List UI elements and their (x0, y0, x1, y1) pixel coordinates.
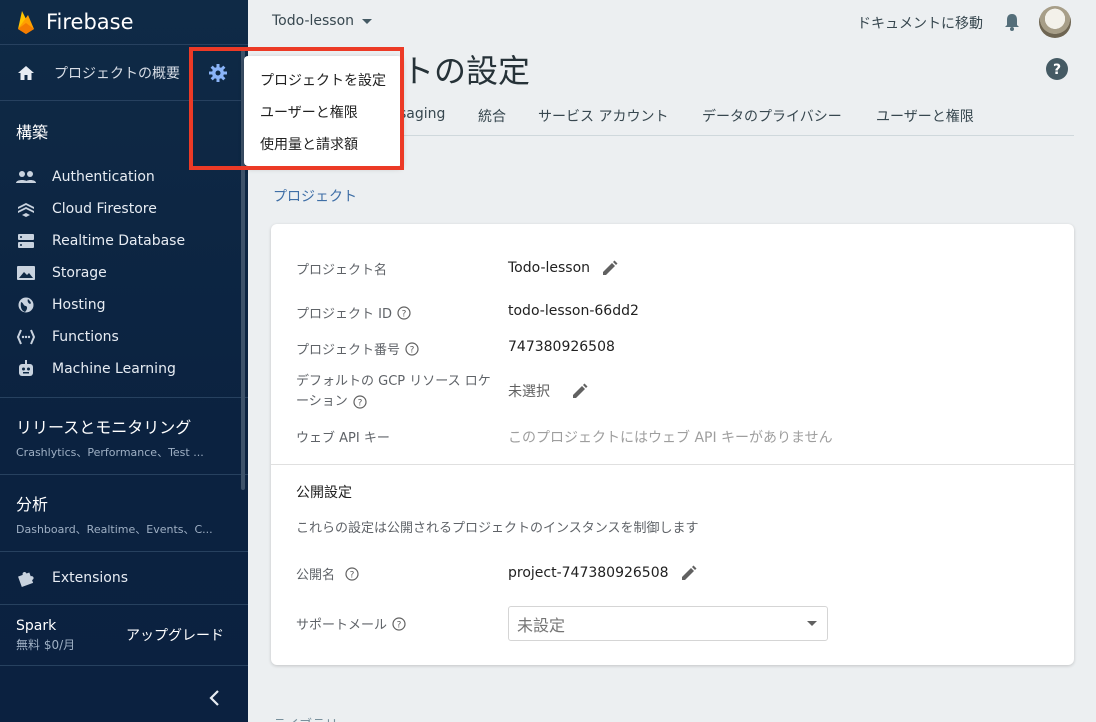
project-name-value: Todo-lesson (508, 258, 620, 278)
help-circle-icon[interactable]: ? (392, 616, 406, 631)
sidebar-group-subtitle: Dashboard、Realtime、Events、C... (16, 523, 213, 536)
sidebar-group-title: 分析 (16, 495, 49, 514)
people-icon (16, 167, 36, 187)
sidebar-item-functions[interactable]: Functions (16, 321, 248, 353)
sidebar-group-analytics[interactable]: 分析 Dashboard、Realtime、Events、C... (0, 475, 248, 551)
svg-text:?: ? (410, 345, 415, 355)
public-settings-description: これらの設定は公開されるプロジェクトのインスタンスを制御します (296, 521, 699, 536)
svg-text:?: ? (350, 570, 355, 580)
public-name-label: 公開名 ? (296, 564, 359, 583)
sidebar-item-label: Extensions (52, 570, 129, 586)
sidebar-item-label: Hosting (52, 297, 106, 313)
app-name: Firebase (46, 10, 134, 34)
globe-icon (16, 295, 36, 315)
top-bar: Todo-lesson ドキュメントに移動 (248, 0, 1096, 45)
sidebar-item-extensions[interactable]: Extensions (0, 552, 248, 604)
docs-link[interactable]: ドキュメントに移動 (857, 13, 983, 33)
plan-panel: Spark 無料 $0/月 アップグレード (0, 605, 248, 665)
sidebar-item-hosting[interactable]: Hosting (16, 289, 248, 321)
edit-icon[interactable] (570, 381, 590, 401)
highlight-box (189, 47, 404, 170)
sidebar-item-cloud-firestore[interactable]: Cloud Firestore (16, 193, 248, 225)
edit-icon[interactable] (600, 258, 620, 278)
sidebar-item-label: Machine Learning (52, 361, 176, 377)
tab-integrations[interactable]: 統合 (478, 106, 506, 126)
sidebar-group-title: リリースとモニタリング (16, 418, 192, 437)
help-circle-icon[interactable]: ? (345, 566, 359, 581)
puzzle-icon (18, 572, 34, 587)
web-api-key-label: ウェブ API キー (296, 431, 390, 446)
sidebar-item-label: Authentication (52, 169, 155, 185)
gcp-location-value: 未選択 (508, 381, 590, 401)
project-name-label: プロジェクト名 (296, 263, 388, 278)
firestore-icon (16, 199, 36, 219)
tab-data-privacy[interactable]: データのプライバシー (702, 106, 842, 126)
project-id-label: プロジェクト ID ? (296, 303, 411, 322)
sidebar-item-machine-learning[interactable]: Machine Learning (16, 353, 248, 385)
section-label-library: ライブラリ (273, 714, 338, 722)
sidebar-item-label: プロジェクトの概要 (54, 65, 180, 82)
project-name: Todo-lesson (272, 13, 355, 29)
sidebar-item-label: Realtime Database (52, 233, 186, 249)
bell-icon[interactable] (1002, 12, 1022, 32)
svg-text:?: ? (357, 399, 362, 409)
svg-text:?: ? (1053, 62, 1061, 78)
sidebar-item-label: Cloud Firestore (52, 201, 157, 217)
svg-text:?: ? (397, 620, 402, 630)
chevron-left-icon[interactable] (205, 688, 225, 708)
edit-icon[interactable] (679, 563, 699, 583)
support-email-selected: 未設定 (517, 615, 566, 635)
upgrade-button[interactable]: アップグレード (126, 625, 224, 645)
project-selector[interactable]: Todo-lesson (272, 13, 373, 29)
caret-down-icon (807, 621, 817, 626)
image-icon (16, 263, 36, 283)
project-number-value: 747380926508 (508, 339, 615, 355)
sidebar-item-storage[interactable]: Storage (16, 257, 248, 289)
web-api-key-value: このプロジェクトにはウェブ API キーがありません (508, 430, 833, 446)
robot-icon (16, 359, 36, 379)
support-email-select[interactable]: 未設定 (508, 606, 828, 641)
database-icon (16, 231, 36, 251)
section-label-project: プロジェクト (273, 189, 357, 205)
tab-cloud-messaging[interactable]: saging (399, 106, 445, 122)
tab-users-permissions[interactable]: ユーザーと権限 (876, 106, 974, 126)
sidebar-divider (0, 665, 248, 666)
sidebar-item-realtime-database[interactable]: Realtime Database (16, 225, 248, 257)
public-settings-title: 公開設定 (296, 485, 352, 501)
home-icon (18, 65, 34, 80)
firebase-flame-icon (18, 11, 34, 34)
project-number-label: プロジェクト番号 ? (296, 339, 419, 358)
firebase-logo[interactable]: Firebase (0, 0, 248, 45)
avatar[interactable] (1039, 6, 1071, 38)
caret-down-icon (362, 18, 373, 24)
sidebar-item-label: Functions (52, 329, 119, 345)
sidebar-group-subtitle: Crashlytics、Performance、Test ... (16, 446, 204, 459)
sidebar-group-release[interactable]: リリースとモニタリング Crashlytics、Performance、Test… (0, 398, 248, 474)
project-id-value: todo-lesson-66dd2 (508, 303, 639, 319)
help-circle-icon[interactable]: ? (353, 395, 367, 409)
project-card: プロジェクト名 Todo-lesson プロジェクト ID ? todo-les… (271, 224, 1074, 665)
help-circle-icon[interactable]: ? (405, 341, 419, 356)
sidebar-item-label: Storage (52, 265, 107, 281)
tab-service-accounts[interactable]: サービス アカウント (538, 106, 668, 126)
gcp-location-label: デフォルトの GCP リソース ロケ ーション ? (296, 374, 491, 409)
card-divider (271, 464, 1074, 465)
plan-price: 無料 $0/月 (16, 637, 76, 652)
svg-text:?: ? (402, 309, 407, 319)
plan-name: Spark (16, 617, 57, 634)
public-name-value: project-747380926508 (508, 563, 699, 583)
help-icon[interactable]: ? (1046, 58, 1068, 80)
help-circle-icon[interactable]: ? (397, 305, 411, 320)
functions-icon (16, 327, 36, 347)
support-email-label: サポートメール ? (296, 614, 406, 633)
